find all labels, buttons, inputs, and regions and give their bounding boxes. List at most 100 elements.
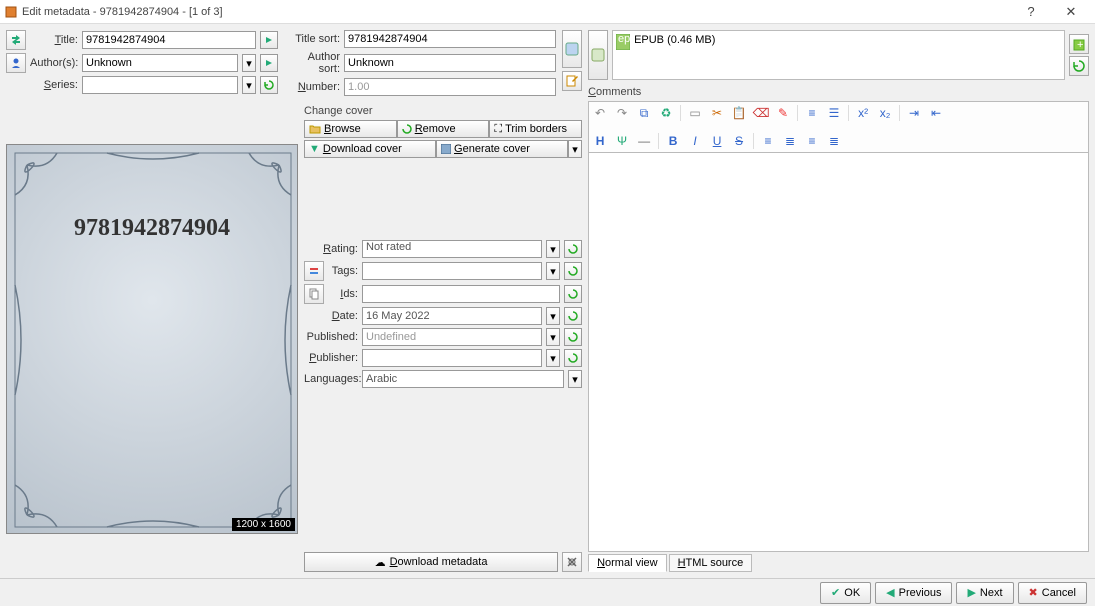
published-clear-button[interactable] xyxy=(564,328,582,346)
previous-button[interactable]: ◀Previous xyxy=(875,582,952,604)
next-button[interactable]: ▶Next xyxy=(956,582,1013,604)
authors-dropdown[interactable]: ▾ xyxy=(242,54,256,72)
outdent-icon[interactable]: ⇤ xyxy=(928,105,944,121)
date-dropdown[interactable]: ▾ xyxy=(546,307,560,325)
app-icon xyxy=(4,5,18,19)
select-all-icon[interactable]: ▭ xyxy=(687,105,703,121)
title-input[interactable] xyxy=(82,31,256,49)
copy-icon[interactable]: ⧉ xyxy=(636,105,652,121)
author-icon-button[interactable] xyxy=(6,53,26,73)
trim-borders-button[interactable]: ⛶Trim borders xyxy=(489,120,582,138)
strike-icon[interactable]: S xyxy=(731,133,747,149)
titlebar: Edit metadata - 9781942874904 - [1 of 3]… xyxy=(0,0,1095,24)
list-ul-icon[interactable]: ≡ xyxy=(804,105,820,121)
change-cover-label: Change cover xyxy=(304,105,582,117)
cut-icon[interactable]: ✂ xyxy=(709,105,725,121)
publisher-dropdown[interactable]: ▾ xyxy=(546,349,560,367)
title-action-button[interactable] xyxy=(260,31,278,49)
cover-dimensions: 1200 x 1600 xyxy=(232,518,295,531)
number-input[interactable] xyxy=(344,78,556,96)
published-dropdown[interactable]: ▾ xyxy=(546,328,560,346)
chevron-right-icon: ▶ xyxy=(967,586,975,599)
authors-input[interactable] xyxy=(82,54,238,72)
published-input[interactable] xyxy=(362,328,542,346)
title-sort-input[interactable] xyxy=(344,30,556,48)
series-dropdown[interactable]: ▾ xyxy=(242,76,256,94)
languages-input[interactable] xyxy=(362,370,564,388)
color-icon[interactable]: ✎ xyxy=(775,105,791,121)
format-item: EPUB (0.46 MB) xyxy=(634,34,715,46)
underline-icon[interactable]: U xyxy=(709,133,725,149)
bold-icon[interactable]: B xyxy=(665,133,681,149)
align-justify-icon[interactable]: ≣ xyxy=(826,133,842,149)
series-label: Series: xyxy=(30,79,78,91)
tags-clear-button[interactable] xyxy=(564,262,582,280)
clipboard-icon[interactable]: 📋 xyxy=(731,105,747,121)
title-label: Title: xyxy=(30,34,78,46)
rating-combo[interactable]: Not rated xyxy=(362,240,542,258)
download-metadata-config-button[interactable] xyxy=(562,552,582,572)
align-right-icon[interactable]: ≡ xyxy=(804,133,820,149)
align-center-icon[interactable]: ≣ xyxy=(782,133,798,149)
formats-list[interactable]: epub EPUB (0.46 MB) xyxy=(612,30,1065,80)
series-input[interactable] xyxy=(82,76,238,94)
download-icon: ▼ xyxy=(309,143,320,155)
comments-editor[interactable] xyxy=(588,153,1089,552)
generate-cover-button[interactable]: Generate cover xyxy=(436,140,568,158)
authors-label: Author(s): xyxy=(30,57,78,69)
cover-image[interactable]: 9781942874904 1200 x 1600 xyxy=(6,144,298,534)
undo-icon[interactable]: ↶ xyxy=(592,105,608,121)
link-icon[interactable]: Ψ xyxy=(614,133,630,149)
indent-icon[interactable]: ⇥ xyxy=(906,105,922,121)
open-book-button[interactable] xyxy=(562,30,582,68)
close-button[interactable]: ✕ xyxy=(1051,4,1091,20)
browse-cover-button[interactable]: Browse xyxy=(304,120,397,138)
tags-dropdown[interactable]: ▾ xyxy=(546,262,560,280)
date-clear-button[interactable] xyxy=(564,307,582,325)
tab-normal-view[interactable]: Normal view xyxy=(588,554,667,572)
remove-format-button[interactable] xyxy=(1069,56,1089,76)
download-cover-button[interactable]: ▼Download cover xyxy=(304,140,436,158)
publisher-clear-button[interactable] xyxy=(564,349,582,367)
edit-metadata-button[interactable] xyxy=(562,71,582,91)
rating-dropdown[interactable]: ▾ xyxy=(546,240,560,258)
comments-toolbar: ↶ ↷ ⧉ ♻ ▭ ✂ 📋 ⌫ ✎ ≡ ☰ x² x₂ ⇥ ⇤ xyxy=(588,101,1089,153)
format-preview-button[interactable] xyxy=(588,30,608,80)
heading-icon[interactable]: H xyxy=(592,133,608,149)
ids-clear-button[interactable] xyxy=(564,285,582,303)
subscript-icon[interactable]: x₂ xyxy=(877,105,893,121)
author-action-button[interactable] xyxy=(260,54,278,72)
rating-clear-button[interactable] xyxy=(564,240,582,258)
svg-text:epub: epub xyxy=(618,34,630,45)
generate-icon xyxy=(441,144,451,154)
remove-format-icon[interactable]: ⌫ xyxy=(753,105,769,121)
number-label: Number: xyxy=(284,81,340,93)
redo-icon[interactable]: ↷ xyxy=(614,105,630,121)
languages-dropdown[interactable]: ▾ xyxy=(568,370,582,388)
cancel-button[interactable]: ✖Cancel xyxy=(1018,582,1087,604)
ok-button[interactable]: ✔OK xyxy=(820,582,871,604)
remove-cover-button[interactable]: Remove xyxy=(397,120,490,138)
ids-input[interactable] xyxy=(362,285,560,303)
superscript-icon[interactable]: x² xyxy=(855,105,871,121)
align-left-icon[interactable]: ≡ xyxy=(760,133,776,149)
chevron-left-icon: ◀ xyxy=(886,586,894,599)
download-metadata-button[interactable]: ☁ Download metadata xyxy=(304,552,558,572)
italic-icon[interactable]: I xyxy=(687,133,703,149)
date-input[interactable] xyxy=(362,307,542,325)
tab-html-source[interactable]: HTML source xyxy=(669,554,753,572)
publisher-input[interactable] xyxy=(362,349,542,367)
tags-input[interactable] xyxy=(362,262,542,280)
series-clear-button[interactable] xyxy=(260,76,278,94)
ids-paste-button[interactable] xyxy=(304,284,324,304)
folder-icon xyxy=(309,124,321,134)
author-sort-input[interactable] xyxy=(344,54,556,72)
hr-icon[interactable]: — xyxy=(636,133,652,149)
swap-title-author-button[interactable] xyxy=(6,30,26,50)
list-ol-icon[interactable]: ☰ xyxy=(826,105,842,121)
paste-icon[interactable]: ♻ xyxy=(658,105,674,121)
help-button[interactable]: ? xyxy=(1011,4,1051,19)
tags-editor-button[interactable] xyxy=(304,261,324,281)
generate-cover-dropdown[interactable]: ▾ xyxy=(568,140,582,158)
add-format-button[interactable]: + xyxy=(1069,34,1089,54)
